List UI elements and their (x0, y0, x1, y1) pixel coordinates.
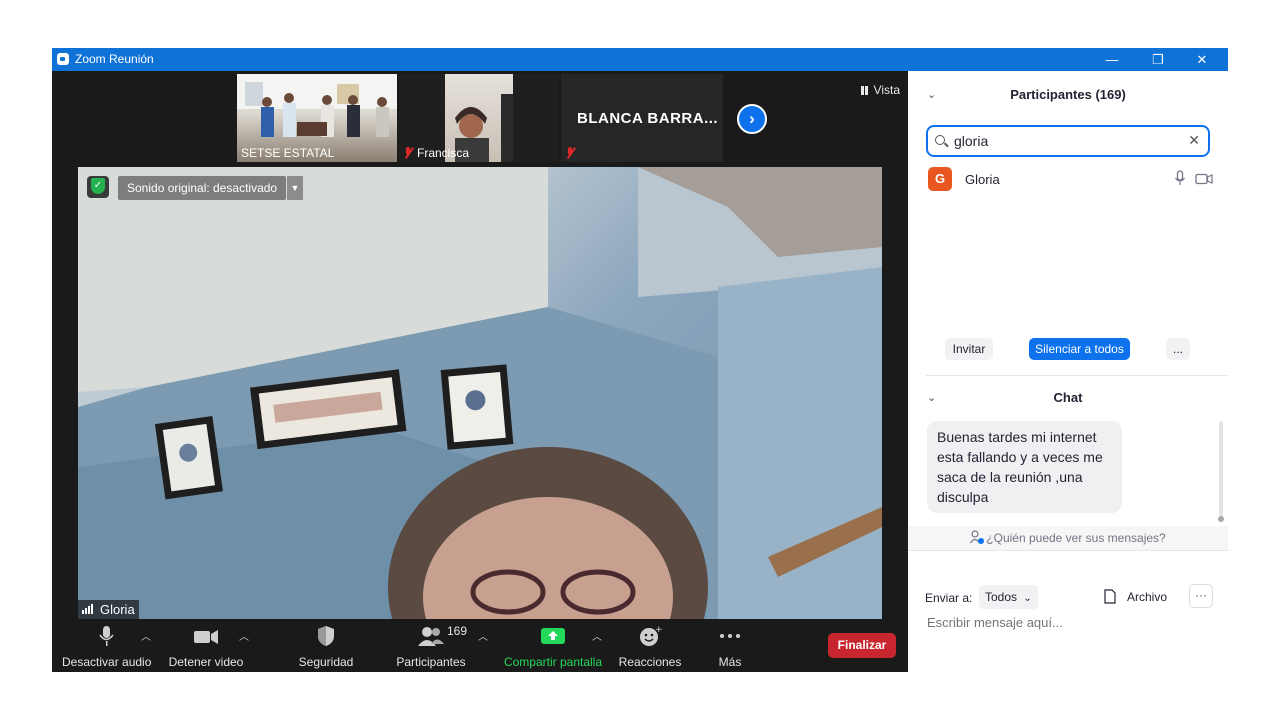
video-participant-name: Gloria (100, 602, 135, 617)
microphone-glyph (1174, 170, 1186, 185)
reactions-button[interactable]: + Reacciones (614, 625, 686, 669)
share-screen-icon (500, 625, 606, 647)
svg-text:+: + (655, 625, 662, 635)
stop-video-label: Detener video (168, 655, 244, 669)
stop-video-button[interactable]: Detener video (165, 625, 247, 669)
share-screen-glyph (541, 628, 565, 644)
next-page-button[interactable]: › (737, 104, 767, 134)
video-camera-icon (165, 625, 247, 647)
microphone-icon (62, 625, 150, 647)
mute-audio-button[interactable]: Desactivar audio (62, 625, 152, 669)
more-label: Más (718, 655, 742, 669)
restore-button[interactable]: ❐ (1135, 48, 1181, 71)
recipient-dropdown[interactable]: Todos ⌄ (979, 585, 1038, 609)
meeting-area: SETSE ESTATAL Francisca BLANCA BARRA... … (52, 71, 908, 672)
security-label: Seguridad (298, 655, 354, 669)
reactions-label: Reacciones (618, 655, 682, 669)
participants-panel-title: Participantes (169) (1010, 87, 1126, 102)
zoom-app-icon (57, 53, 69, 65)
participant-name[interactable]: Gloria (965, 172, 1000, 187)
chat-panel-title: Chat (1053, 390, 1083, 405)
chat-more-button[interactable]: ··· (1189, 584, 1213, 608)
thumbnail-video[interactable]: SETSE ESTATAL (237, 74, 397, 162)
file-button-label[interactable]: Archivo (1127, 590, 1167, 604)
file-glyph (1104, 589, 1116, 604)
thumbnail-name-label (565, 146, 579, 160)
clear-search-icon[interactable]: ✕ (1188, 132, 1200, 149)
participant-search-input[interactable] (952, 132, 1186, 150)
user-lock-glyph (970, 530, 985, 544)
mic-muted-icon (403, 147, 413, 159)
audio-options-caret[interactable]: ︿ (141, 628, 151, 643)
mic-muted-icon (565, 147, 575, 159)
more-dots-glyph (720, 634, 740, 638)
emoji-icon: + (614, 625, 686, 647)
participant-name-tile: BLANCA BARRA... (577, 110, 719, 127)
video-name-label: Gloria (78, 600, 139, 619)
recipient-value: Todos (985, 590, 1018, 604)
side-panel: ⌄ Participantes (169) ✕ G Gloria Invitar… (908, 71, 1228, 672)
participants-label: Participantes (396, 655, 466, 669)
thumbnail-name: Francisca (417, 146, 470, 160)
chat-message-input[interactable] (925, 614, 1219, 631)
signal-strength-icon (82, 603, 96, 614)
end-meeting-button[interactable]: Finalizar (828, 633, 896, 658)
who-can-see-link[interactable]: ¿Quién puede ver sus mensajes? (908, 526, 1228, 550)
video-camera-glyph (1195, 173, 1213, 185)
view-button[interactable]: Vista (860, 83, 900, 97)
microphone-icon[interactable] (1174, 170, 1186, 191)
thumbnail-name-label: Francisca (403, 146, 469, 160)
share-screen-label: Compartir pantalla (503, 655, 603, 669)
send-to-label: Enviar a: (925, 591, 973, 605)
thumbnail-name: SETSE ESTATAL (241, 146, 335, 160)
avatar: G (928, 167, 952, 191)
more-options-button[interactable]: ... (1166, 338, 1190, 360)
microphone-glyph (99, 626, 114, 646)
video-options-caret[interactable]: ︿ (239, 628, 249, 643)
title-bar: Zoom Reunión — ❐ ✕ (52, 48, 1228, 71)
participants-count: 169 (447, 624, 468, 638)
main-video[interactable]: Sonido original: desactivado ▼ Gloria (78, 167, 882, 619)
camera-feed-image (78, 167, 882, 619)
chat-message: Buenas tardes mi internet esta fallando … (927, 421, 1122, 513)
chevron-down-icon[interactable]: ▼ (287, 176, 303, 200)
participant-search-box[interactable]: ✕ (926, 125, 1210, 157)
shield-glyph (318, 626, 334, 646)
shield-icon (290, 625, 362, 647)
mute-audio-label: Desactivar audio (62, 655, 152, 669)
who-can-see-text: ¿Quién puede ver sus mensajes? (986, 531, 1166, 545)
video-camera-icon[interactable] (1195, 172, 1213, 190)
emoji-glyph: + (640, 625, 663, 646)
file-icon[interactable] (1104, 589, 1116, 609)
share-options-caret[interactable]: ︿ (592, 628, 602, 643)
search-icon (935, 135, 945, 145)
minimize-button[interactable]: — (1089, 48, 1135, 71)
participants-glyph (418, 627, 444, 646)
original-sound-button[interactable]: Sonido original: desactivado (118, 176, 287, 200)
invite-button[interactable]: Invitar (945, 338, 993, 360)
video-camera-glyph (194, 630, 218, 644)
mute-all-button[interactable]: Silenciar a todos (1029, 338, 1130, 360)
more-dots-icon (704, 625, 756, 647)
share-screen-button[interactable]: Compartir pantalla (500, 625, 606, 669)
user-lock-icon (970, 528, 985, 544)
view-label: Vista (873, 83, 900, 97)
more-button[interactable]: Más (704, 625, 756, 669)
grid-view-icon (860, 86, 871, 95)
section-divider (908, 550, 1228, 551)
thumbnail-video[interactable]: Francisca (399, 74, 559, 162)
chat-scrollbar[interactable] (1218, 421, 1224, 522)
section-divider (926, 375, 1228, 376)
thumbnail-video[interactable]: BLANCA BARRA... (561, 74, 723, 162)
zoom-window: Zoom Reunión — ❐ ✕ SETSE ESTATAL Francis… (52, 48, 1228, 672)
chevron-right-icon: › (749, 109, 755, 128)
meeting-toolbar: Desactivar audio ︿ Detener video ︿ Segur… (52, 619, 908, 672)
close-button[interactable]: ✕ (1179, 48, 1225, 71)
security-button[interactable]: Seguridad (290, 625, 362, 669)
chevron-down-icon: ⌄ (1023, 593, 1032, 604)
participants-options-caret[interactable]: ︿ (478, 628, 488, 643)
window-title: Zoom Reunión (75, 52, 154, 66)
security-shield-icon (87, 176, 109, 198)
